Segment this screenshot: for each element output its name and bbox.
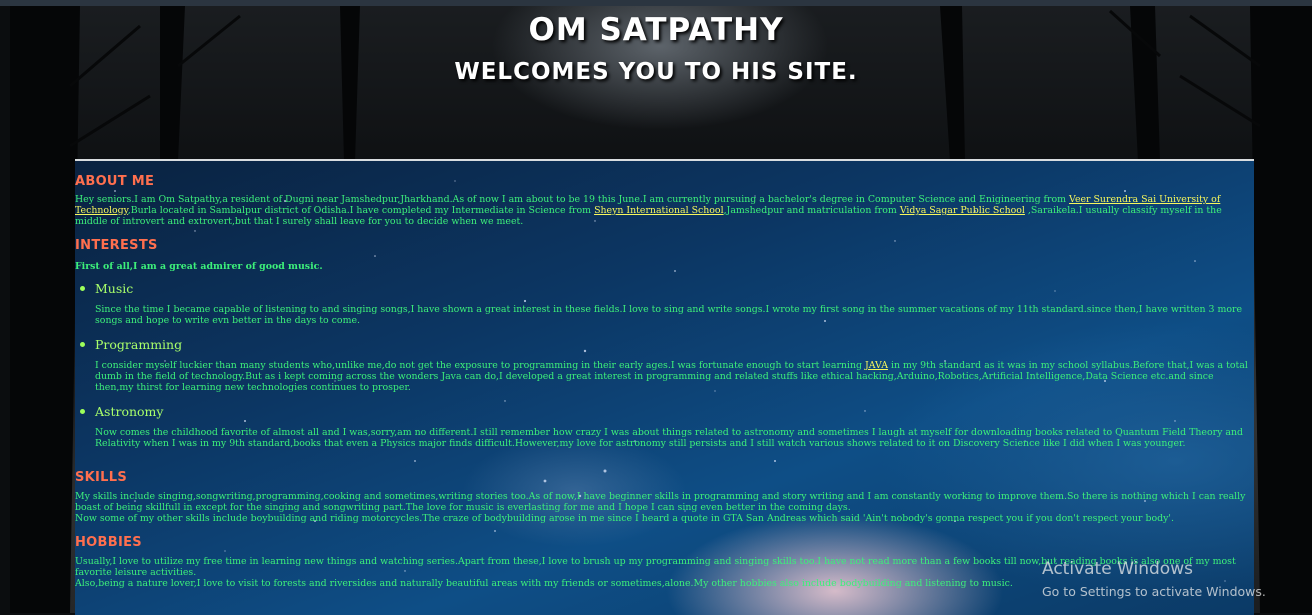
bullet-icon	[80, 409, 85, 414]
about-text-part1: Hey seniors.I am Om Satpathy,a resident …	[75, 194, 1070, 205]
programming-text-before: I consider myself luckier than many stud…	[95, 360, 865, 371]
skills-text-2: Now some of my other skills include boyb…	[75, 513, 1174, 524]
interest-item-astronomy: Astronomy Now comes the childhood favori…	[80, 403, 1250, 449]
interest-text-astronomy: Now comes the childhood favorite of almo…	[95, 427, 1244, 449]
interest-title-programming: Programming	[95, 337, 183, 352]
site-subtitle: WELCOMES YOU TO HIS SITE.	[454, 59, 858, 85]
interest-title-music: Music	[95, 281, 134, 296]
content-sections: ABOUT ME Hey seniors.I am Om Satpathy,a …	[75, 161, 1254, 589]
interest-item-music: Music Since the time I became capable of…	[80, 280, 1250, 326]
java-link[interactable]: JAVA	[865, 360, 888, 371]
activate-windows-title: Activate Windows	[1042, 559, 1193, 579]
about-text-part3: ,Jamshedpur and matriculation from	[723, 205, 900, 216]
bullet-icon	[80, 286, 85, 291]
about-heading: ABOUT ME	[75, 174, 155, 189]
hobbies-heading: HOBBIES	[75, 535, 142, 550]
skills-heading: SKILLS	[75, 470, 128, 485]
hobbies-section: HOBBIES Usually,I love to utilize my fre…	[75, 524, 1250, 589]
site-title: OM SATPATHY	[528, 12, 784, 48]
interest-text-programming: I consider myself luckier than many stud…	[95, 360, 1250, 393]
interest-text-music: Since the time I became capable of liste…	[95, 304, 1243, 326]
site-header: OM SATPATHY WELCOMES YOU TO HIS SITE.	[0, 10, 1312, 92]
about-text-part2: ,Burla located in Sambalpur district of …	[127, 205, 595, 216]
interest-item-programming: Programming I consider myself luckier th…	[80, 336, 1250, 393]
sheyn-school-link[interactable]: Sheyn International School	[594, 205, 724, 216]
interests-list: Music Since the time I became capable of…	[75, 280, 1250, 449]
interests-intro: First of all,I am a great admirer of goo…	[75, 261, 323, 272]
about-text: Hey seniors.I am Om Satpathy,a resident …	[75, 194, 1250, 227]
content-panel: ABOUT ME Hey seniors.I am Om Satpathy,a …	[75, 159, 1254, 615]
interests-heading: INTERESTS	[75, 238, 158, 253]
bullet-icon	[80, 342, 85, 347]
vidya-sagar-school-link[interactable]: Vidya Sagar Public School	[900, 205, 1025, 216]
activate-windows-subtitle: Go to Settings to activate Windows.	[1042, 584, 1266, 599]
skills-text-1: My skills include singing,songwriting,pr…	[75, 491, 1246, 513]
interest-title-astronomy: Astronomy	[95, 404, 164, 419]
about-section: ABOUT ME Hey seniors.I am Om Satpathy,a …	[75, 161, 1250, 227]
skills-section: SKILLS My skills include singing,songwri…	[75, 449, 1250, 524]
interests-section: INTERESTS First of all,I am a great admi…	[75, 227, 1250, 449]
